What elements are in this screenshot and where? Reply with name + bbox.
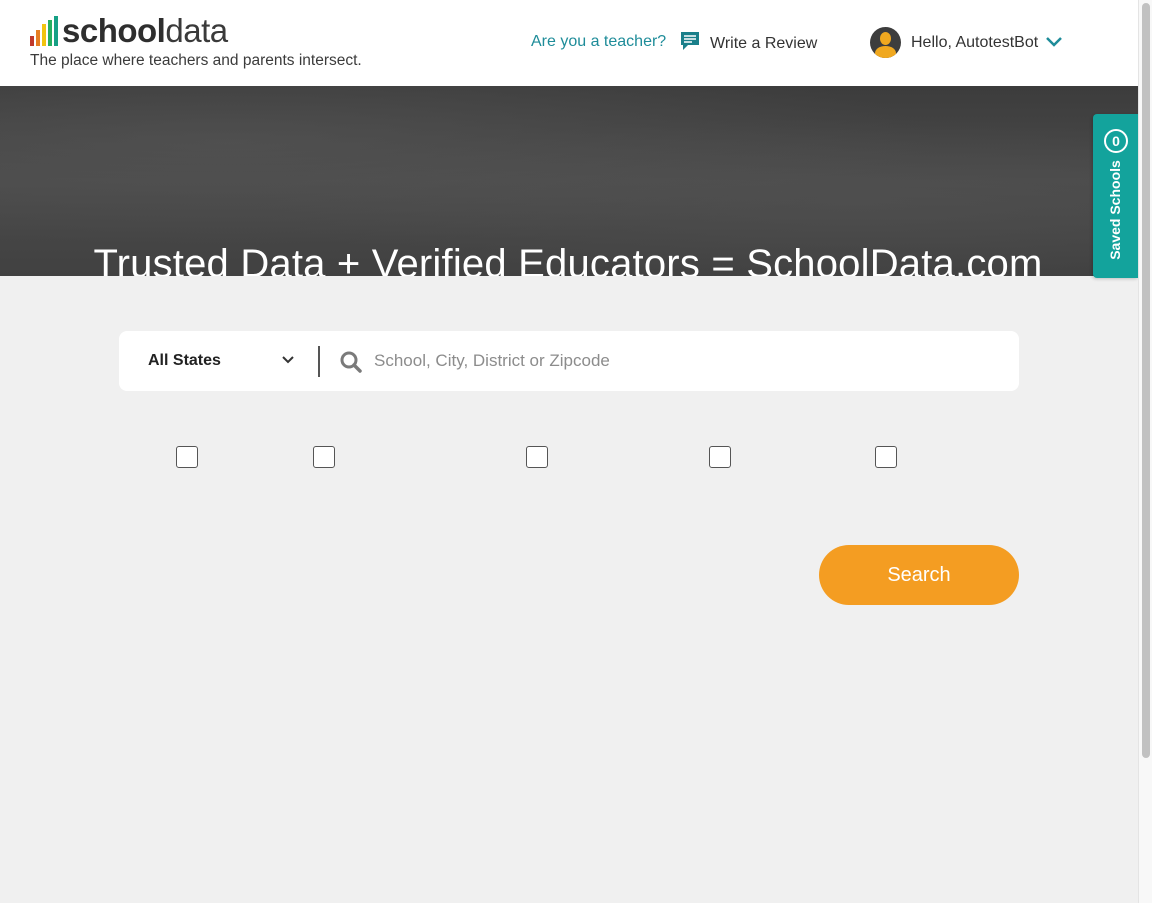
saved-schools-count: 0 [1104,129,1128,153]
user-menu[interactable]: Hello, AutotestBot [870,27,1063,58]
search-divider [318,346,320,377]
schooldata-logo[interactable]: schooldata [30,12,228,49]
write-review-button[interactable]: Write a Review [679,30,817,57]
page-scrollbar[interactable] [1138,0,1152,903]
tagline: The place where teachers and parents int… [30,52,362,69]
logo-bars-icon [30,16,58,46]
hero-banner: Trusted Data + Verified Educators = Scho… [0,86,1138,276]
site-header: schooldata The place where teachers and … [0,0,1138,86]
filter-checkbox-1[interactable] [176,446,198,468]
state-dropdown-value: All States [148,352,221,369]
comment-icon [679,30,701,57]
hero-title: Trusted Data + Verified Educators = Scho… [93,242,1043,276]
saved-schools-tab[interactable]: 0 Saved Schools [1093,114,1138,278]
saved-schools-label: Saved Schools [1107,160,1123,260]
are-you-a-teacher-link[interactable]: Are you a teacher? [531,33,666,51]
user-greeting: Hello, AutotestBot [911,33,1039,51]
filter-checkbox-4[interactable] [709,446,731,468]
school-search-input[interactable] [374,343,994,379]
search-bar: All States [119,331,1019,391]
filter-checkbox-2[interactable] [313,446,335,468]
filter-checkbox-5[interactable] [875,446,897,468]
avatar [870,27,901,58]
state-dropdown[interactable]: All States [119,331,319,391]
filter-checkbox-3[interactable] [526,446,548,468]
search-button[interactable]: Search [819,545,1019,605]
scrollbar-thumb[interactable] [1142,3,1150,758]
chevron-down-icon [1046,34,1063,52]
logo-wordmark: schooldata [62,12,228,49]
chevron-down-icon [281,353,295,372]
write-review-label: Write a Review [710,34,818,52]
search-icon [339,350,363,379]
